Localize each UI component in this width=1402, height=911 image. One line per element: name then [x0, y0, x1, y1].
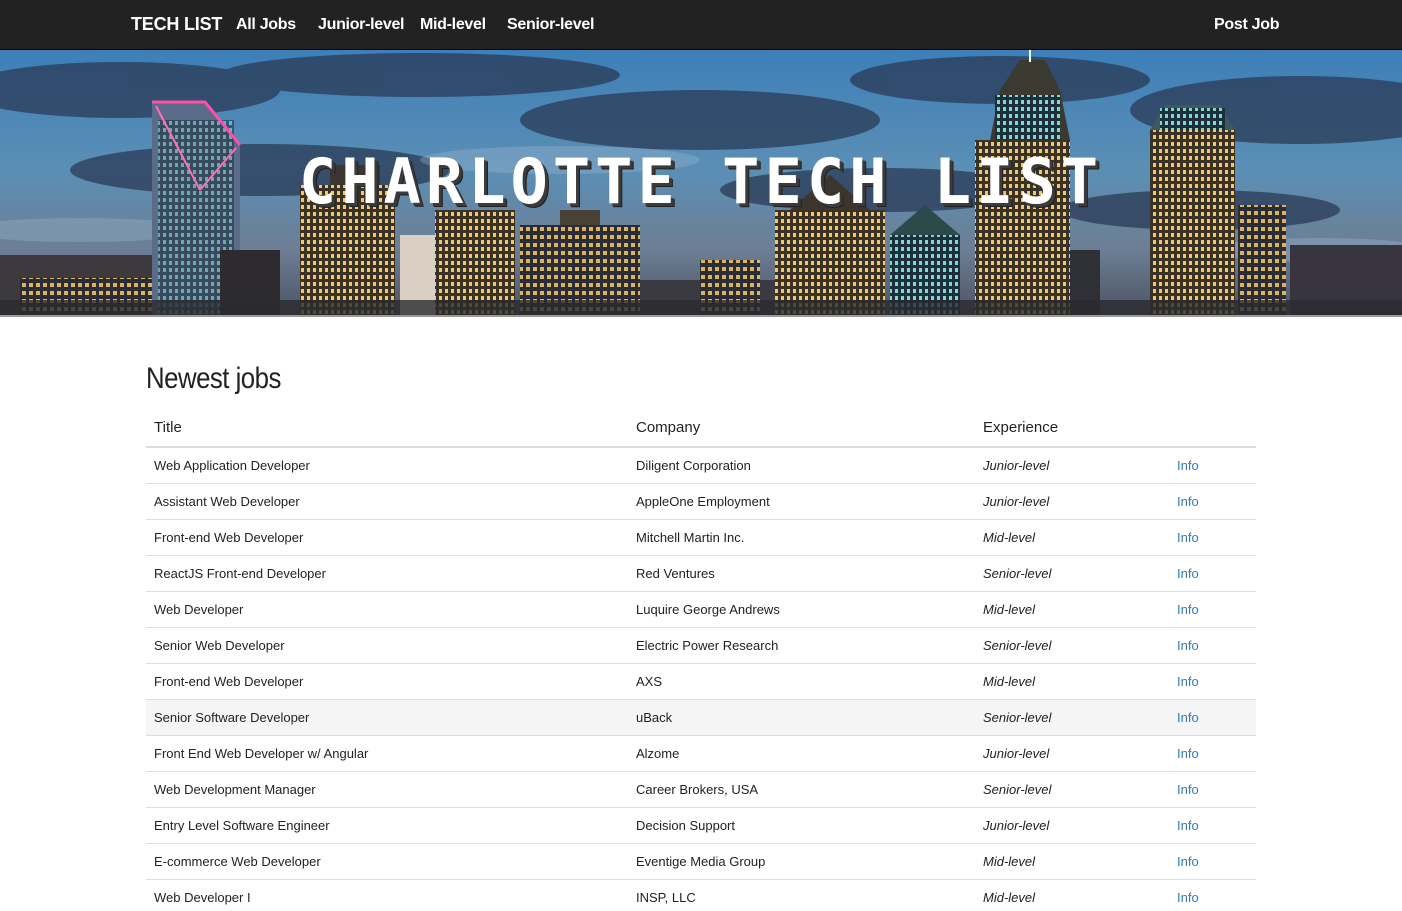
job-title: Web Developer I: [146, 878, 628, 911]
table-row: Front-end Web Developer AXS Mid-level In…: [146, 662, 1256, 699]
job-experience: Mid-level: [975, 878, 1169, 911]
job-experience: Junior-level: [975, 446, 1169, 483]
info-link[interactable]: Info: [1177, 530, 1199, 545]
table-header-row: Title Company Experience: [146, 408, 1256, 448]
info-link[interactable]: Info: [1177, 638, 1199, 653]
job-company: Diligent Corporation: [628, 446, 975, 483]
table-row: Assistant Web Developer AppleOne Employm…: [146, 482, 1256, 519]
table-row: ReactJS Front-end Developer Red Ventures…: [146, 554, 1256, 591]
job-company: AXS: [628, 662, 975, 699]
column-header-experience: Experience: [975, 408, 1169, 448]
job-experience: Senior-level: [975, 626, 1169, 663]
column-header-title: Title: [146, 408, 628, 448]
job-experience: Junior-level: [975, 806, 1169, 843]
job-company: Career Brokers, USA: [628, 770, 975, 807]
page-title: Newest jobs: [146, 362, 281, 395]
table-row: Web Developer I INSP, LLC Mid-level Info: [146, 878, 1256, 911]
job-company: AppleOne Employment: [628, 482, 975, 519]
job-title: Assistant Web Developer: [146, 482, 628, 519]
hero-title: CHARLOTTE TECH LIST: [298, 145, 1104, 218]
brand-link[interactable]: TECH LIST: [131, 0, 222, 50]
table-row: Front-end Web Developer Mitchell Martin …: [146, 518, 1256, 555]
job-experience: Mid-level: [975, 518, 1169, 555]
job-company: Red Ventures: [628, 554, 975, 591]
job-company: uBack: [628, 698, 975, 735]
jobs-table: Title Company Experience Web Application…: [146, 408, 1256, 911]
job-title: E-commerce Web Developer: [146, 842, 628, 879]
nav-all-jobs[interactable]: All Jobs: [236, 0, 296, 50]
job-company: Luquire George Andrews: [628, 590, 975, 627]
info-link[interactable]: Info: [1177, 566, 1199, 581]
info-link[interactable]: Info: [1177, 890, 1199, 905]
job-experience: Mid-level: [975, 662, 1169, 699]
column-header-company: Company: [628, 408, 975, 448]
job-company: Decision Support: [628, 806, 975, 843]
job-title: Senior Software Developer: [146, 698, 628, 735]
info-link[interactable]: Info: [1177, 602, 1199, 617]
job-company: Eventige Media Group: [628, 842, 975, 879]
job-title: Senior Web Developer: [146, 626, 628, 663]
job-company: INSP, LLC: [628, 878, 975, 911]
top-navbar: TECH LIST All Jobs Junior-level Mid-leve…: [0, 0, 1402, 50]
info-link[interactable]: Info: [1177, 494, 1199, 509]
job-title: Entry Level Software Engineer: [146, 806, 628, 843]
nav-senior-level[interactable]: Senior-level: [507, 0, 594, 50]
job-title: Web Developer: [146, 590, 628, 627]
table-row: Senior Web Developer Electric Power Rese…: [146, 626, 1256, 663]
job-title: Web Application Developer: [146, 446, 628, 483]
job-experience: Junior-level: [975, 482, 1169, 519]
info-link[interactable]: Info: [1177, 746, 1199, 761]
job-company: Alzome: [628, 734, 975, 771]
job-experience: Senior-level: [975, 698, 1169, 735]
post-job-link[interactable]: Post Job: [1214, 0, 1279, 50]
info-link[interactable]: Info: [1177, 818, 1199, 833]
job-experience: Senior-level: [975, 554, 1169, 591]
table-row: Web Development Manager Career Brokers, …: [146, 770, 1256, 807]
info-link[interactable]: Info: [1177, 674, 1199, 689]
table-row: E-commerce Web Developer Eventige Media …: [146, 842, 1256, 879]
job-title: Front-end Web Developer: [146, 518, 628, 555]
info-link[interactable]: Info: [1177, 854, 1199, 869]
table-row: Web Developer Luquire George Andrews Mid…: [146, 590, 1256, 627]
info-link[interactable]: Info: [1177, 782, 1199, 797]
job-title: Web Development Manager: [146, 770, 628, 807]
job-company: Mitchell Martin Inc.: [628, 518, 975, 555]
job-experience: Mid-level: [975, 590, 1169, 627]
info-link[interactable]: Info: [1177, 710, 1199, 725]
job-company: Electric Power Research: [628, 626, 975, 663]
info-link[interactable]: Info: [1177, 458, 1199, 473]
job-title: ReactJS Front-end Developer: [146, 554, 628, 591]
job-experience: Senior-level: [975, 770, 1169, 807]
table-row: Entry Level Software Engineer Decision S…: [146, 806, 1256, 843]
job-experience: Junior-level: [975, 734, 1169, 771]
job-title: Front-end Web Developer: [146, 662, 628, 699]
table-row: Front End Web Developer w/ Angular Alzom…: [146, 734, 1256, 771]
nav-mid-level[interactable]: Mid-level: [420, 0, 486, 50]
column-header-actions: [1169, 408, 1256, 448]
hero-banner: CHARLOTTE TECH LIST: [0, 50, 1402, 317]
nav-junior-level[interactable]: Junior-level: [318, 0, 405, 50]
job-title: Front End Web Developer w/ Angular: [146, 734, 628, 771]
table-row: Web Application Developer Diligent Corpo…: [146, 446, 1256, 483]
job-experience: Mid-level: [975, 842, 1169, 879]
table-row: Senior Software Developer uBack Senior-l…: [146, 698, 1256, 735]
